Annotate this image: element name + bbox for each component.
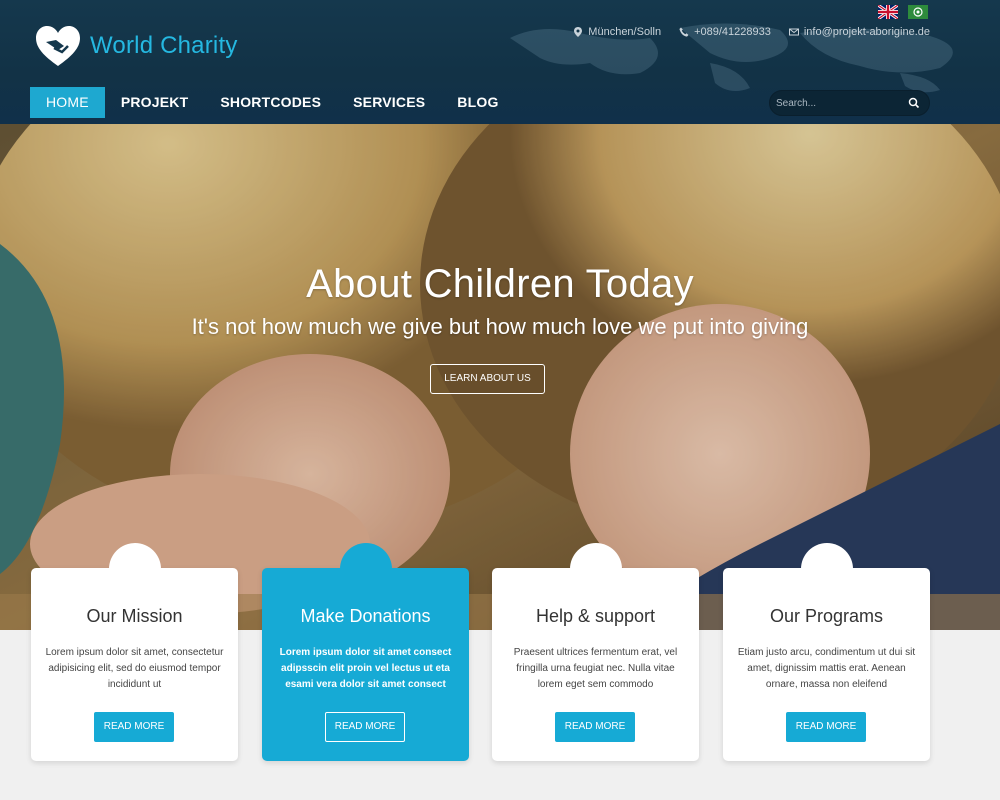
phone-icon (679, 27, 689, 37)
read-more-button[interactable]: READ MORE (325, 712, 405, 742)
email-text: info@projekt-aborigine.de (803, 26, 930, 38)
language-switcher (878, 5, 928, 19)
card-text: Etiam justo arcu, condimentum ut dui sit… (737, 647, 916, 690)
nav-item-shortcodes[interactable]: SHORTCODES (204, 87, 337, 118)
site-header: World Charity München/Solln +089/4122893… (0, 0, 1000, 124)
nav-item-projekt[interactable]: PROJEKT (105, 87, 205, 118)
main-nav: HOME PROJEKT SHORTCODES SERVICES BLOG (30, 87, 515, 118)
nav-item-home[interactable]: HOME (30, 87, 105, 118)
uk-flag-icon[interactable] (878, 5, 898, 19)
envelope-icon (788, 28, 799, 36)
card-title: Help & support (535, 606, 656, 626)
read-more-button[interactable]: READ MORE (555, 712, 635, 742)
card-our-mission: Our Mission Lorem ipsum dolor sit amet, … (31, 543, 238, 761)
map-pin-icon (574, 27, 583, 37)
hero-subtitle: It's not how much we give but how much l… (191, 314, 809, 339)
card-our-programs: Our Programs Etiam justo arcu, condiment… (723, 543, 930, 761)
hero-title: About Children Today (306, 262, 694, 306)
read-more-button[interactable]: READ MORE (786, 712, 866, 742)
email-info[interactable]: info@projekt-aborigine.de (788, 26, 930, 38)
card-title: Make Donations (300, 606, 431, 626)
heart-hands-icon (36, 26, 80, 66)
read-more-button[interactable]: READ MORE (94, 712, 174, 742)
nav-item-blog[interactable]: BLOG (441, 87, 514, 118)
contact-info: München/Solln +089/41228933 info@projekt… (573, 26, 930, 38)
nav-item-services[interactable]: SERVICES (337, 87, 441, 118)
search-box (769, 90, 930, 116)
brand-name: World Charity (90, 32, 238, 59)
card-title: Our Programs (769, 606, 884, 626)
logo[interactable]: World Charity (34, 24, 238, 68)
learn-about-us-button[interactable]: LEARN ABOUT US (430, 364, 545, 394)
card-text: Lorem ipsum dolor sit amet consect adips… (279, 647, 452, 690)
card-help-support: Help & support Praesent ultrices ferment… (492, 543, 699, 761)
card-title: Our Mission (86, 606, 183, 626)
card-text: Praesent ultrices fermentum erat, vel fr… (513, 647, 678, 690)
card-text: Lorem ipsum dolor sit amet, consectetur … (45, 647, 224, 690)
search-icon[interactable] (908, 97, 920, 109)
phone-info: +089/41228933 (679, 26, 771, 38)
location-text: München/Solln (588, 26, 662, 38)
card-make-donations: Make Donations Lorem ipsum dolor sit ame… (262, 543, 469, 761)
arabic-flag-icon[interactable] (908, 5, 928, 19)
phone-text: +089/41228933 (694, 26, 771, 38)
location-info: München/Solln (573, 26, 661, 38)
search-input[interactable] (776, 97, 904, 109)
